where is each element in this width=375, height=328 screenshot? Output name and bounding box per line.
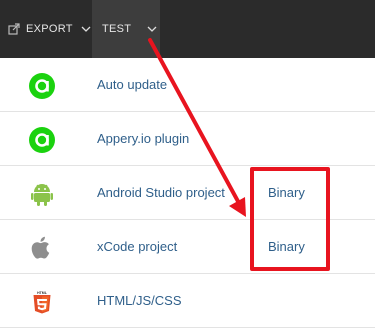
item-label[interactable]: Auto update [97,58,167,111]
export-icon [8,23,20,35]
chevron-down-icon [147,26,157,32]
item-label[interactable]: Appery.io plugin [97,112,189,165]
list-item-appery-plugin: Appery.io plugin [0,112,375,166]
android-icon [28,180,56,208]
list-item-html-js-css: HTML HTML/JS/CSS [0,274,375,328]
html5-icon: HTML [28,288,56,316]
chevron-down-icon [81,26,91,32]
apple-icon [28,234,56,262]
list-item-auto-update: Auto update [0,58,375,112]
binary-highlight-box [250,167,330,271]
item-label[interactable]: xCode project [97,220,177,273]
svg-text:HTML: HTML [37,291,48,295]
appery-icon [28,126,56,154]
test-label: TEST [102,23,132,35]
item-label[interactable]: HTML/JS/CSS [97,274,182,327]
export-button[interactable]: EXPORT [0,0,92,58]
toolbar: EXPORT TEST [0,0,375,58]
export-label: EXPORT [26,23,73,35]
appery-icon [28,72,56,100]
test-button[interactable]: TEST [92,0,160,58]
item-label[interactable]: Android Studio project [97,166,225,219]
